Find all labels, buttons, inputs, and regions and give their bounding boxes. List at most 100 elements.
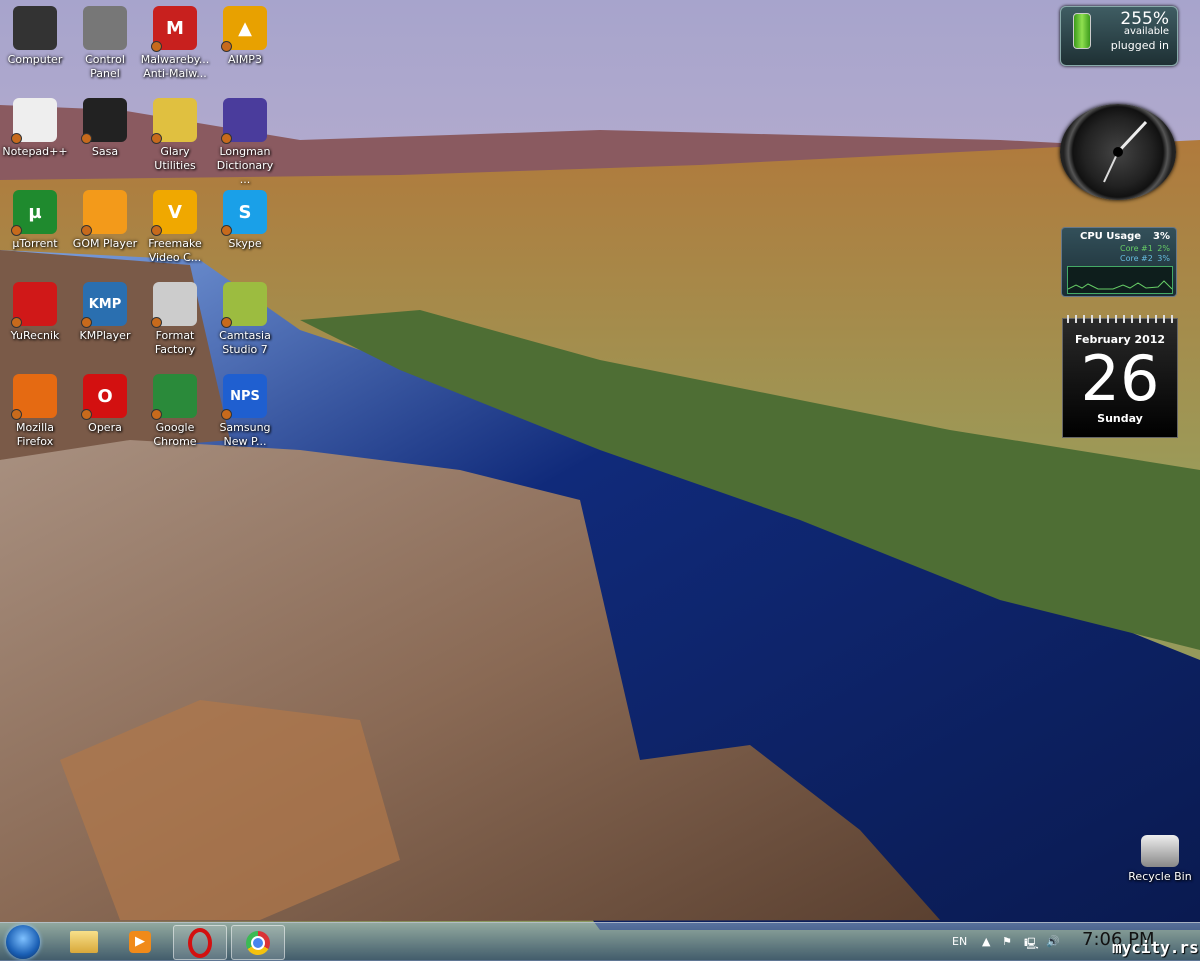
desktop-icon-label: AIMP3 — [228, 53, 262, 66]
battery-icon — [1073, 13, 1091, 49]
desktop-icon[interactable]: Computer — [0, 6, 70, 67]
desktop-icon-label: GOM Player — [72, 237, 138, 250]
desktop-icon-label: Skype — [228, 237, 262, 250]
desktop-icon[interactable]: ▲ AIMP3 — [210, 6, 280, 67]
desktop-icon[interactable]: Glary Utilities — [140, 98, 210, 173]
desktop-icon[interactable]: NPS Samsung New P... — [210, 374, 280, 449]
app-icon — [81, 190, 127, 236]
desktop-icon[interactable]: Control Panel — [70, 6, 140, 81]
action-center-flag-icon[interactable]: ⚑ — [1002, 935, 1012, 948]
app-icon — [151, 282, 197, 328]
desktop-icon[interactable]: Longman Dictionary ... — [210, 98, 280, 187]
chrome-icon — [246, 930, 270, 955]
desktop-icon-label: Sasa — [91, 145, 119, 158]
desktop-icon[interactable]: M Malwareby... Anti-Malw... — [140, 6, 210, 81]
app-icon — [11, 374, 57, 420]
shortcut-arrow-icon — [11, 133, 22, 144]
watermark: mycity.rs — [1112, 938, 1199, 957]
app-icon: ▲ — [221, 6, 267, 52]
shortcut-arrow-icon — [221, 317, 232, 328]
shortcut-arrow-icon — [151, 317, 162, 328]
desktop-icon-label: Longman Dictionary ... — [216, 145, 274, 186]
shortcut-arrow-icon — [221, 225, 232, 236]
desktop-icon-label: Camtasia Studio 7 — [219, 329, 271, 356]
taskbar-explorer[interactable] — [58, 925, 110, 958]
shortcut-arrow-icon — [221, 41, 232, 52]
start-button[interactable] — [6, 925, 40, 959]
media-player-icon: ▶ — [129, 930, 151, 953]
desktop-icon[interactable]: KMP KMPlayer — [70, 282, 140, 343]
cpu-total: 3% — [1153, 231, 1170, 242]
desktop-icon[interactable]: S Skype — [210, 190, 280, 251]
desktop-icon-label: Opera — [88, 421, 122, 434]
app-icon: NPS — [221, 374, 267, 420]
desktop-icon-label: Freemake Video C... — [148, 237, 202, 264]
shortcut-arrow-icon — [81, 317, 92, 328]
app-icon — [81, 98, 127, 144]
app-icon — [11, 282, 57, 328]
recycle-bin-icon[interactable]: Recycle Bin — [1125, 835, 1195, 884]
language-indicator[interactable]: EN — [952, 935, 967, 948]
desktop-icon-label: Computer — [7, 53, 63, 66]
app-icon: V — [151, 190, 197, 236]
core-2-value: 3% — [1157, 254, 1170, 263]
shortcut-arrow-icon — [221, 409, 232, 420]
shortcut-arrow-icon — [11, 317, 22, 328]
taskbar-media-player[interactable]: ▶ — [114, 925, 166, 958]
desktop-icon[interactable]: Camtasia Studio 7 — [210, 282, 280, 357]
app-icon: O — [81, 374, 127, 420]
core-1-value: 2% — [1157, 244, 1170, 253]
desktop-icon-label: Malwareby... Anti-Malw... — [140, 53, 210, 80]
desktop-icon[interactable]: µ µTorrent — [0, 190, 70, 251]
app-icon — [151, 98, 197, 144]
taskbar-chrome[interactable] — [231, 925, 285, 960]
cpu-title: CPU Usage — [1080, 231, 1142, 242]
desktop-icon[interactable]: Mozilla Firefox — [0, 374, 70, 449]
desktop-icon-label: Mozilla Firefox — [16, 421, 54, 448]
desktop-icon[interactable]: Format Factory — [140, 282, 210, 357]
desktop-icon[interactable]: V Freemake Video C... — [140, 190, 210, 265]
calendar-gadget[interactable]: February 2012 26 Sunday — [1062, 315, 1178, 438]
shortcut-arrow-icon — [151, 409, 162, 420]
network-icon[interactable]: 🖳 — [1024, 935, 1039, 954]
desktop-icon-label: Format Factory — [154, 329, 196, 356]
shortcut-arrow-icon — [151, 225, 162, 236]
core-1-label: Core #1 — [1120, 244, 1153, 253]
show-hidden-icons-button[interactable]: ▲ — [982, 935, 990, 948]
desktop-icon[interactable]: YuRecnik — [0, 282, 70, 343]
shortcut-arrow-icon — [11, 225, 22, 236]
app-icon — [13, 6, 57, 50]
shortcut-arrow-icon — [151, 41, 162, 52]
cpu-graph — [1067, 266, 1173, 294]
desktop-icon-label: Notepad++ — [2, 145, 68, 158]
app-icon — [221, 282, 267, 328]
shortcut-arrow-icon — [81, 409, 92, 420]
shortcut-arrow-icon — [151, 133, 162, 144]
desktop-icon[interactable]: O Opera — [70, 374, 140, 435]
desktop-icon-label: Samsung New P... — [219, 421, 271, 448]
desktop-icon[interactable]: Sasa — [70, 98, 140, 159]
clock-hands-icon — [1103, 120, 1148, 183]
desktop-icon-label: YuRecnik — [10, 329, 60, 342]
battery-available-label: available — [1123, 26, 1169, 37]
volume-icon[interactable]: 🔊 — [1046, 935, 1060, 948]
core-2-label: Core #2 — [1120, 254, 1153, 263]
desktop-icon-label: µTorrent — [12, 237, 58, 250]
cpu-usage-gadget[interactable]: CPU Usage 3% Core #1 2% Core #2 3% — [1061, 227, 1177, 297]
desktop-icon-label: KMPlayer — [79, 329, 131, 342]
opera-icon — [188, 927, 212, 958]
app-icon: KMP — [81, 282, 127, 328]
battery-status: plugged in — [1110, 39, 1169, 52]
taskbar-opera[interactable] — [173, 925, 227, 960]
desktop-icon[interactable]: GOM Player — [70, 190, 140, 251]
recycle-bin-label: Recycle Bin — [1128, 870, 1192, 883]
desktop-icon[interactable]: Notepad++ — [0, 98, 70, 159]
app-icon — [11, 98, 57, 144]
desktop-icon-label: Glary Utilities — [154, 145, 196, 172]
battery-gadget[interactable]: 255% available plugged in — [1060, 6, 1178, 66]
app-icon — [151, 374, 197, 420]
clock-gadget[interactable] — [1060, 104, 1176, 200]
app-icon — [83, 6, 127, 50]
desktop-icon[interactable]: Google Chrome — [140, 374, 210, 449]
calendar-rings — [1067, 315, 1173, 323]
